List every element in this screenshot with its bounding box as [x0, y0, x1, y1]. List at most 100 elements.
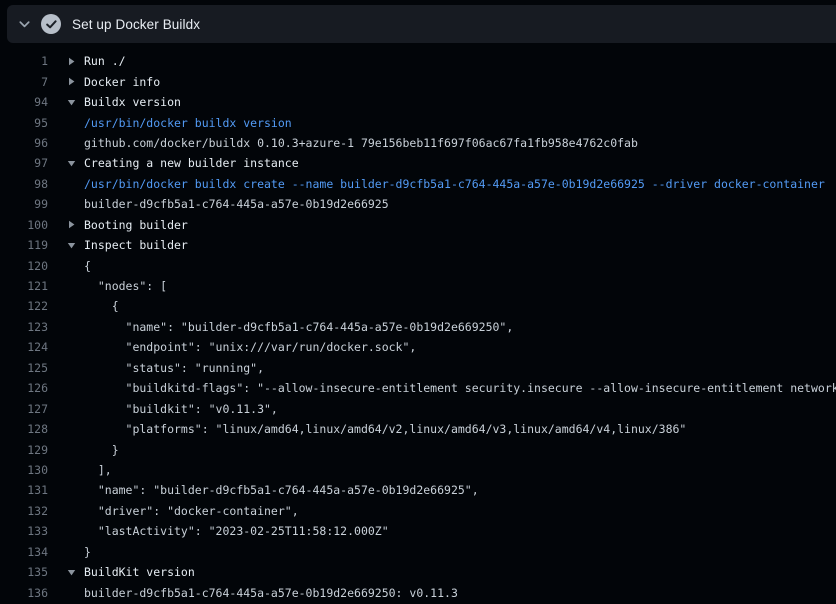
log-group-row[interactable]: 7 Docker info	[0, 71, 836, 91]
gutter	[48, 255, 84, 275]
chevron-down-icon[interactable]	[17, 17, 32, 32]
group-expanded-arrow-icon[interactable]	[67, 241, 76, 250]
line-number[interactable]: 120	[0, 259, 48, 273]
gutter	[48, 51, 84, 71]
gutter	[48, 194, 84, 214]
log-group-row[interactable]: 100 Booting builder	[0, 215, 836, 235]
line-number[interactable]: 123	[0, 320, 48, 334]
line-number[interactable]: 129	[0, 443, 48, 457]
output-text: "lastActivity": "2023-02-25T11:58:12.000…	[84, 524, 836, 538]
gutter	[48, 133, 84, 153]
line-number[interactable]: 131	[0, 483, 48, 497]
output-text: }	[84, 443, 836, 457]
output-text: "buildkitd-flags": "--allow-insecure-ent…	[84, 381, 836, 395]
log-group-row[interactable]: 1 Run ./	[0, 51, 836, 71]
group-title[interactable]: Booting builder	[84, 218, 836, 232]
group-title[interactable]: Inspect builder	[84, 238, 836, 252]
log-row: 131 "name": "builder-d9cfb5a1-c764-445a-…	[0, 480, 836, 500]
log-group-row[interactable]: 94 Buildx version	[0, 92, 836, 112]
gutter	[48, 521, 84, 541]
group-title[interactable]: Docker info	[84, 75, 836, 89]
line-number[interactable]: 100	[0, 218, 48, 232]
line-number[interactable]: 122	[0, 299, 48, 313]
output-text: }	[84, 545, 836, 559]
output-text: "endpoint": "unix:///var/run/docker.sock…	[84, 340, 836, 354]
gutter	[48, 337, 84, 357]
output-text: "status": "running",	[84, 361, 836, 375]
log-row: 132 "driver": "docker-container",	[0, 501, 836, 521]
line-number[interactable]: 136	[0, 586, 48, 600]
log-row: 122 {	[0, 296, 836, 316]
gutter	[48, 480, 84, 500]
gutter	[48, 296, 84, 316]
line-number[interactable]: 1	[0, 54, 48, 68]
gutter	[48, 562, 84, 582]
output-text: "name": "builder-d9cfb5a1-c764-445a-a57e…	[84, 483, 836, 497]
line-number[interactable]: 124	[0, 340, 48, 354]
line-number[interactable]: 97	[0, 156, 48, 170]
line-number[interactable]: 95	[0, 116, 48, 130]
line-number[interactable]: 94	[0, 95, 48, 109]
output-text: "buildkit": "v0.11.3",	[84, 402, 836, 416]
gutter	[48, 317, 84, 337]
gutter	[48, 174, 84, 194]
group-title[interactable]: BuildKit version	[84, 565, 836, 579]
gutter	[48, 71, 84, 91]
output-text: {	[84, 299, 836, 313]
line-number[interactable]: 126	[0, 381, 48, 395]
group-title[interactable]: Run ./	[84, 54, 836, 68]
line-number[interactable]: 98	[0, 177, 48, 191]
log-panel: 1 Run ./ 7 Docker info 94 Buildx version 95/us…	[0, 43, 836, 604]
gutter	[48, 358, 84, 378]
line-number[interactable]: 121	[0, 279, 48, 293]
line-number[interactable]: 125	[0, 361, 48, 375]
line-number[interactable]: 132	[0, 504, 48, 518]
log-row: 129 }	[0, 439, 836, 459]
gutter	[48, 398, 84, 418]
log-group-row[interactable]: 135 BuildKit version	[0, 562, 836, 582]
log-row: 126 "buildkitd-flags": "--allow-insecure…	[0, 378, 836, 398]
group-title[interactable]: Creating a new builder instance	[84, 156, 836, 170]
gutter	[48, 582, 84, 602]
line-number[interactable]: 134	[0, 545, 48, 559]
output-text: {	[84, 259, 836, 273]
gutter	[48, 501, 84, 521]
line-number[interactable]: 127	[0, 402, 48, 416]
command-text: /usr/bin/docker buildx create --name bui…	[84, 177, 836, 191]
gutter	[48, 153, 84, 173]
log-lines: 1 Run ./ 7 Docker info 94 Buildx version 95/us…	[0, 51, 836, 603]
gutter	[48, 542, 84, 562]
log-group-row[interactable]: 119 Inspect builder	[0, 235, 836, 255]
group-expanded-arrow-icon[interactable]	[67, 98, 76, 107]
log-row: 133 "lastActivity": "2023-02-25T11:58:12…	[0, 521, 836, 541]
line-number[interactable]: 135	[0, 565, 48, 579]
log-row: 99builder-d9cfb5a1-c764-445a-a57e-0b19d2…	[0, 194, 836, 214]
log-row: 130 ],	[0, 460, 836, 480]
log-group-row[interactable]: 97 Creating a new builder instance	[0, 153, 836, 173]
group-title[interactable]: Buildx version	[84, 95, 836, 109]
group-collapsed-arrow-icon[interactable]	[67, 57, 76, 66]
line-number[interactable]: 133	[0, 524, 48, 538]
output-text: "nodes": [	[84, 279, 836, 293]
log-row: 98/usr/bin/docker buildx create --name b…	[0, 174, 836, 194]
group-expanded-arrow-icon[interactable]	[67, 159, 76, 168]
output-text: builder-d9cfb5a1-c764-445a-a57e-0b19d2e6…	[84, 586, 836, 600]
log-row: 134}	[0, 542, 836, 562]
line-number[interactable]: 7	[0, 75, 48, 89]
group-expanded-arrow-icon[interactable]	[67, 568, 76, 577]
line-number[interactable]: 96	[0, 136, 48, 150]
output-text: github.com/docker/buildx 0.10.3+azure-1 …	[84, 136, 836, 150]
line-number[interactable]: 119	[0, 238, 48, 252]
gutter	[48, 112, 84, 132]
step-header[interactable]: Set up Docker Buildx	[7, 5, 836, 43]
log-row: 123 "name": "builder-d9cfb5a1-c764-445a-…	[0, 317, 836, 337]
group-collapsed-arrow-icon[interactable]	[67, 220, 76, 229]
group-collapsed-arrow-icon[interactable]	[67, 77, 76, 86]
log-row: 121 "nodes": [	[0, 276, 836, 296]
gutter	[48, 235, 84, 255]
line-number[interactable]: 99	[0, 197, 48, 211]
line-number[interactable]: 128	[0, 422, 48, 436]
log-row: 96 github.com/docker/buildx 0.10.3+azure-…	[0, 133, 836, 153]
line-number[interactable]: 130	[0, 463, 48, 477]
output-text: ],	[84, 463, 836, 477]
